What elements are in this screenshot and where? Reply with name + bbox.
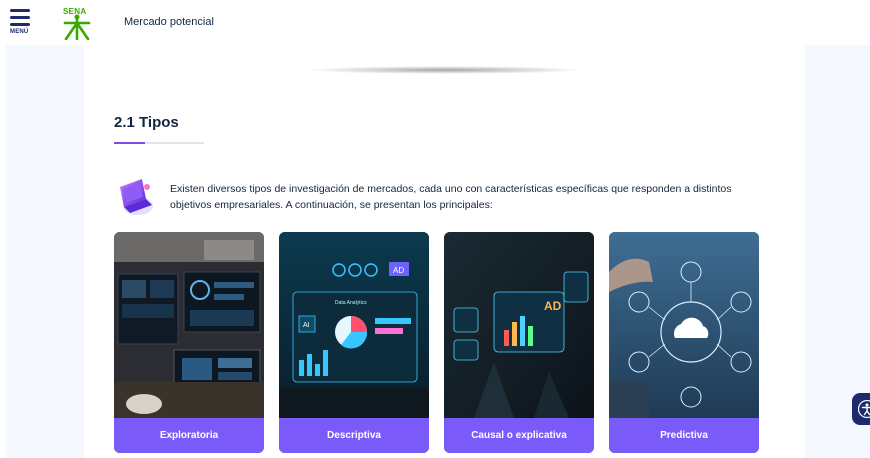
ad-text: AD xyxy=(544,299,562,313)
menu-button[interactable]: MENÚ xyxy=(10,9,34,39)
laptop-illustration-icon xyxy=(120,179,153,215)
menu-label: MENÚ xyxy=(10,29,29,35)
card-label: Causal o explicativa xyxy=(444,418,594,453)
card-image-descriptiva: AD Data Analytics AI xyxy=(279,232,429,418)
section-title: 2.1 Tipos xyxy=(114,114,179,131)
left-margin-panel xyxy=(6,45,84,458)
accessibility-button[interactable] xyxy=(852,393,870,425)
card-descriptiva[interactable]: AD Data Analytics AI Descriptiva xyxy=(279,232,429,453)
card-causal-o-explicativa[interactable]: AD Causal o explicativa xyxy=(444,232,594,453)
card-image-predictiva xyxy=(609,232,759,418)
page-title: Mercado potencial xyxy=(124,16,214,28)
logo-text: SENA xyxy=(63,7,87,16)
card-image-exploratoria xyxy=(114,232,264,418)
title-underline-accent xyxy=(114,142,145,144)
section-divider-shadow xyxy=(305,66,585,74)
accessibility-icon xyxy=(858,400,870,418)
intro-text: Existen diversos tipos de investigación … xyxy=(170,183,732,211)
menu-icon xyxy=(10,9,30,12)
ai-badge-text: AI xyxy=(303,322,310,329)
card-label: Descriptiva xyxy=(279,418,429,453)
menu-icon-bar xyxy=(10,23,30,26)
card-label: Predictiva xyxy=(609,418,759,453)
ad-badge-text: AD xyxy=(393,266,404,275)
card-exploratoria[interactable]: Exploratoria xyxy=(114,232,264,453)
title-underline xyxy=(114,142,204,144)
card-image-causal: AD xyxy=(444,232,594,418)
top-header: MENÚ SENA Mercado potencial xyxy=(0,0,870,45)
card-predictiva[interactable]: Predictiva xyxy=(609,232,759,453)
card-label: Exploratoria xyxy=(114,418,264,453)
data-analytics-text: Data Analytics xyxy=(335,300,367,306)
menu-icon-bar xyxy=(10,16,30,19)
